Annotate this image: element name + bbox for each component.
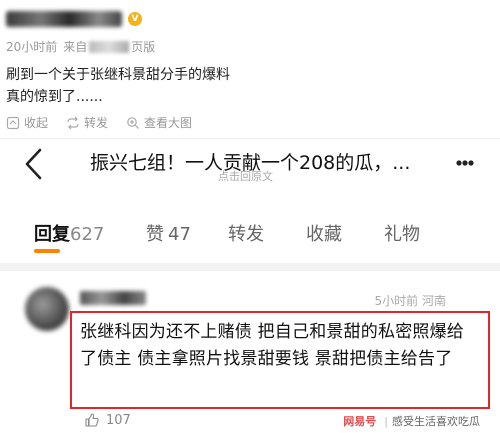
repost-icon (67, 116, 79, 129)
commenter-name-blurred[interactable] (80, 291, 146, 305)
tab-replies-label: 回复 (34, 224, 70, 245)
tab-replies[interactable]: 回复627 (34, 220, 104, 246)
post-source-suffix: 页版 (131, 40, 156, 54)
weibo-post: V 20小时前 来自 页版 刷到一个关于张继科景甜分手的爆料 真的惊到了....… (0, 0, 500, 138)
back-arrow-icon[interactable] (22, 147, 46, 181)
tab-gifts-label: 礼物 (384, 224, 420, 245)
post-author[interactable]: V (6, 8, 142, 30)
watermark-logo: 网易号 (343, 415, 377, 428)
comment-item: 5小时前 河南 张继科因为还不上赌债 把自己和景甜的私密照爆给了债主 债主拿照片… (0, 279, 500, 433)
collapse-button[interactable]: 收起 (6, 114, 48, 131)
interaction-tabs: 回复627 赞 47 转发 收藏 礼物 (0, 205, 500, 257)
post-image-actions: 收起 转发 查看大图 (6, 114, 210, 131)
tab-reposts-label: 转发 (228, 224, 264, 245)
section-divider (0, 263, 500, 271)
collapse-label: 收起 (24, 116, 49, 130)
post-source-blurred (89, 40, 130, 53)
comment-like-count: 107 (106, 412, 131, 428)
commenter-avatar-blurred[interactable] (25, 287, 69, 331)
active-tab-indicator (34, 249, 60, 253)
vip-badge-icon: V (128, 12, 142, 26)
comment-text: 张继科因为还不上赌债 把自己和景甜的私密照爆给了债主 债主拿照片找景甜要钱 景甜… (80, 322, 465, 369)
tab-likes-label: 赞 (146, 224, 164, 245)
collapse-icon (6, 116, 20, 129)
highlighted-comment-box: 张继科因为还不上赌债 把自己和景甜的私密照爆给了债主 债主拿照片找景甜要钱 景甜… (70, 311, 490, 409)
post-meta: 20小时前 来自 页版 (6, 38, 155, 55)
tab-likes-count: 47 (168, 224, 191, 245)
tab-reposts[interactable]: 转发 (228, 220, 264, 246)
comment-meta: 5小时前 河南 (374, 294, 446, 308)
thumbs-up-icon (85, 413, 99, 427)
repost-button[interactable]: 转发 (66, 114, 108, 131)
embedded-screenshot: 振兴七组！一人贡献一个208的瓜，... 点击回原文 回复627 赞 47 转发 … (0, 138, 500, 433)
tab-favorites[interactable]: 收藏 (306, 220, 342, 246)
post-time: 20小时前 (6, 40, 58, 54)
tab-gifts[interactable]: 礼物 (384, 220, 420, 246)
repost-label: 转发 (84, 116, 109, 130)
post-text-line-1: 刷到一个关于张继科景甜分手的爆料 (6, 67, 230, 83)
back-to-original-link[interactable]: 点击回原文 (218, 168, 273, 184)
watermark-separator: | (384, 414, 388, 428)
username-blurred[interactable] (6, 11, 122, 27)
watermark-account: 感受生活喜欢吃瓜 (392, 415, 480, 428)
tab-favorites-label: 收藏 (306, 224, 342, 245)
post-text-line-2: 真的惊到了...... (6, 89, 103, 105)
zoom-in-icon (127, 116, 139, 129)
screenshot-header: 振兴七组！一人贡献一个208的瓜，... 点击回原文 (0, 139, 500, 199)
source-watermark: 网易号 | 感受生活喜欢吃瓜 (343, 413, 480, 429)
comment-like-button[interactable]: 107 (84, 412, 131, 428)
post-source-prefix: 来自 (63, 40, 88, 54)
view-large-image-label: 查看大图 (144, 116, 193, 130)
view-large-image-button[interactable]: 查看大图 (126, 114, 192, 131)
more-options-icon[interactable] (455, 153, 475, 173)
tab-likes[interactable]: 赞 47 (146, 220, 191, 246)
tab-replies-count: 627 (70, 224, 105, 245)
